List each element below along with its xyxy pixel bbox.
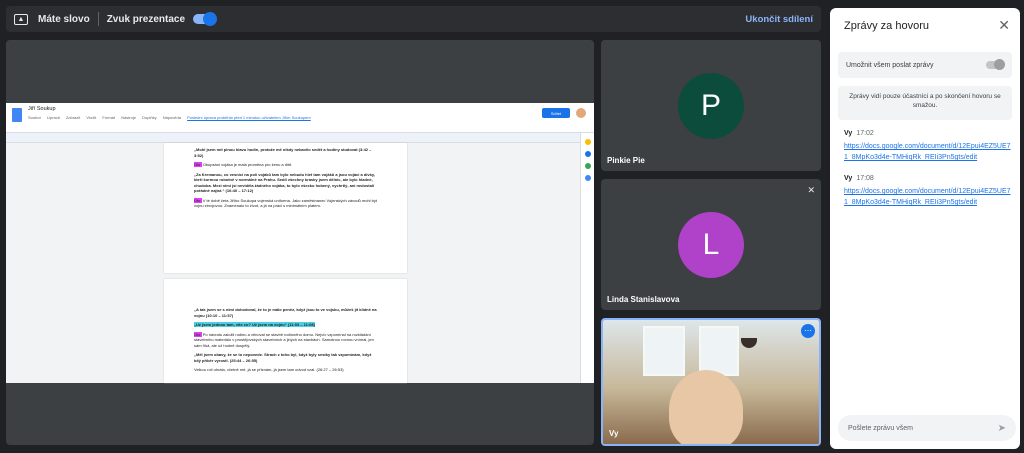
menu-item[interactable]: Soubor <box>28 115 41 120</box>
avatar: P <box>678 72 744 139</box>
chat-panel: Zprávy za hovoru ✕ Umožnit všem poslat z… <box>830 8 1020 449</box>
present-screen-icon: ▲ <box>14 13 28 25</box>
doc-paragraph: „A tak jsem se s nimi dohodoval, že to j… <box>194 307 377 318</box>
message-link[interactable]: https://docs.google.com/document/d/12Epu… <box>844 141 1014 163</box>
doc-paragraph: Obr. V té době četa Jiřího Soukupa vojen… <box>194 197 378 208</box>
doc-header: Jiří Soukup Soubor Upravit Zobrazit Vlož… <box>6 103 594 133</box>
chat-input-placeholder: Pošlete zprávu všem <box>848 424 913 432</box>
close-icon[interactable]: ✕ <box>998 17 1010 34</box>
avatar: L <box>678 211 744 278</box>
participant-name: Linda Stanislavova <box>607 295 680 304</box>
maps-icon[interactable] <box>584 163 591 169</box>
doc-menu: Soubor Upravit Zobrazit Vložit Formát Ná… <box>28 115 316 120</box>
doc-paragraph: Velkou roli uhrála, včetně mé, já se při… <box>194 367 344 372</box>
participant-tile-pinkie-pie[interactable]: P Pinkie Pie <box>601 40 821 171</box>
participant-tile-self[interactable]: ⋯ Vy <box>601 318 821 446</box>
presenting-label: Máte slovo <box>38 13 90 25</box>
menu-item[interactable]: Nápověda <box>163 115 181 120</box>
message-sender: Vy <box>844 175 853 182</box>
message-sender: Vy <box>844 130 853 137</box>
meet-window: ▲ Máte slovo Zvuk prezentace Ukončit sdí… <box>0 0 1024 453</box>
doc-toolbar <box>6 133 594 143</box>
allow-messages-label: Umožnit všem poslat zprávy <box>846 61 934 69</box>
chat-input[interactable]: Pošlete zprávu všem ➤ <box>838 415 1016 441</box>
stop-sharing-button[interactable]: Ukončit sdílení <box>745 14 813 25</box>
doc-page: „A tak jsem se s nimi dohodoval, že to j… <box>164 279 407 383</box>
doc-paragraph: „Mohl jsem mít plnou hlavu hodin, protož… <box>194 147 372 158</box>
doc-paragraph: „Už jsem jednou tam, víte co? Už jsem na… <box>194 322 315 327</box>
chat-info: Zprávy vidí pouze účastníci a po skončen… <box>838 86 1012 120</box>
message-time: 17:02 <box>856 130 874 137</box>
video-window <box>643 326 685 376</box>
avatar <box>576 108 586 118</box>
doc-side-panel <box>580 133 594 383</box>
keep-icon[interactable] <box>584 139 591 145</box>
doc-title: Jiří Soukup <box>28 106 56 112</box>
last-edit-link[interactable]: Poslední úprava proběhla před 1 minutou … <box>187 115 311 120</box>
shared-screen: Jiří Soukup Soubor Upravit Zobrazit Vlož… <box>6 40 594 445</box>
presentation-sound-toggle[interactable] <box>193 12 218 26</box>
allow-messages-setting: Umožnit všem poslat zprávy <box>838 52 1012 78</box>
calendar-icon[interactable] <box>584 175 591 181</box>
menu-item[interactable]: Upravit <box>47 115 60 120</box>
allow-messages-toggle[interactable] <box>986 59 1005 70</box>
chat-title: Zprávy za hovoru <box>844 20 929 32</box>
chat-message: Vy 17:02 https://docs.google.com/document… <box>844 130 1014 163</box>
chat-message: Vy 17:08 https://docs.google.com/document… <box>844 175 1014 208</box>
doc-paragraph: „Za Kremanou, co vesnicí na poli vojáků … <box>194 171 375 194</box>
menu-item[interactable]: Formát <box>102 115 115 120</box>
google-doc: Jiří Soukup Soubor Upravit Zobrazit Vlož… <box>6 103 594 383</box>
self-video <box>603 320 819 444</box>
doc-page: „Mohl jsem mít plnou hlavu hodin, protož… <box>164 143 407 273</box>
message-time: 17:08 <box>856 175 874 182</box>
menu-item[interactable]: Doplňky <box>142 115 156 120</box>
presentation-sound-label: Zvuk prezentace <box>106 13 186 25</box>
video-lamp <box>741 338 757 348</box>
divider <box>97 12 99 26</box>
menu-item[interactable]: Zobrazit <box>66 115 80 120</box>
presentation-bar: ▲ Máte slovo Zvuk prezentace Ukončit sdí… <box>6 6 821 32</box>
doc-paragraph: Obr. Po návratu založil rodinu a věnoval… <box>194 331 374 348</box>
menu-item[interactable]: Nástroje <box>121 115 136 120</box>
mic-off-icon: ✕ <box>807 185 815 195</box>
docs-logo-icon <box>12 108 22 122</box>
doc-share-button[interactable]: Sdílet <box>542 108 570 118</box>
tasks-icon[interactable] <box>584 151 591 157</box>
doc-paragraph: Obr. Obupsání vojáka je malá proměna pro… <box>194 162 293 167</box>
send-icon[interactable]: ➤ <box>998 423 1006 434</box>
more-options-button[interactable]: ⋯ <box>801 324 815 338</box>
message-link[interactable]: https://docs.google.com/document/d/12Epu… <box>844 186 1014 208</box>
video-person <box>669 370 743 444</box>
participant-name: Pinkie Pie <box>607 156 645 165</box>
video-window <box>699 326 739 376</box>
participant-name: Vy <box>609 429 619 438</box>
menu-item[interactable]: Vložit <box>86 115 96 120</box>
doc-paragraph: „Měl jsem obavy, že se to nepovede. Stra… <box>194 352 372 363</box>
participant-tile-linda[interactable]: ✕ L Linda Stanislavova <box>601 179 821 310</box>
